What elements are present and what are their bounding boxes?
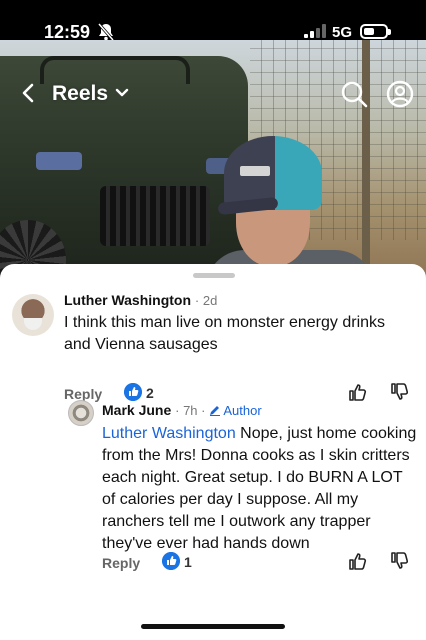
profile-icon[interactable]	[386, 80, 414, 108]
comment-author[interactable]: Luther Washington · 2d	[64, 292, 217, 308]
like-badge-icon	[124, 383, 142, 401]
comments-sheet: Luther Washington · 2d I think this man …	[0, 264, 426, 640]
comment-age: · 2d	[194, 293, 218, 308]
comment-actions: Reply 1	[102, 551, 414, 575]
comment-text: Luther Washington Nope, just home cookin…	[102, 423, 420, 555]
comment-body: Nope, just home cooking from the Mrs! Do…	[102, 425, 417, 552]
comment-mention[interactable]: Luther Washington	[102, 425, 236, 442]
comment-author-name[interactable]: Luther Washington	[64, 292, 191, 308]
back-arrow-icon[interactable]	[18, 82, 40, 104]
battery-icon	[360, 24, 391, 39]
comment-text: I think this man live on monster energy …	[64, 314, 386, 353]
pencil-icon	[210, 406, 221, 416]
author-badge-label: Author	[223, 403, 262, 418]
page-title[interactable]: Reels	[52, 82, 108, 106]
author-badge: Author	[209, 403, 262, 418]
thumbs-up-icon[interactable]	[348, 551, 368, 571]
bell-slash-icon	[98, 23, 114, 41]
home-indicator[interactable]	[141, 624, 285, 629]
sheet-drag-handle[interactable]	[193, 273, 235, 278]
avatar[interactable]	[12, 294, 54, 336]
like-count: 2	[146, 385, 154, 401]
thumbs-down-icon[interactable]	[390, 551, 410, 571]
search-icon[interactable]	[340, 80, 368, 108]
like-count: 1	[184, 554, 192, 570]
avatar[interactable]	[68, 400, 94, 426]
thumbs-down-icon[interactable]	[390, 382, 410, 402]
comment-age: · 7h ·	[175, 403, 206, 418]
network-type: 5G	[332, 24, 353, 41]
signal-icon	[304, 24, 326, 38]
comment-author[interactable]: Mark June · 7h · Author	[102, 402, 262, 418]
comment-author-name[interactable]: Mark June	[102, 402, 171, 418]
thumbs-up-icon[interactable]	[348, 382, 368, 402]
reels-header: Reels	[0, 72, 426, 116]
like-badge-icon	[162, 552, 180, 570]
chevron-down-icon[interactable]	[114, 86, 130, 100]
cap-logo	[240, 166, 270, 176]
reply-button[interactable]: Reply	[102, 555, 140, 571]
